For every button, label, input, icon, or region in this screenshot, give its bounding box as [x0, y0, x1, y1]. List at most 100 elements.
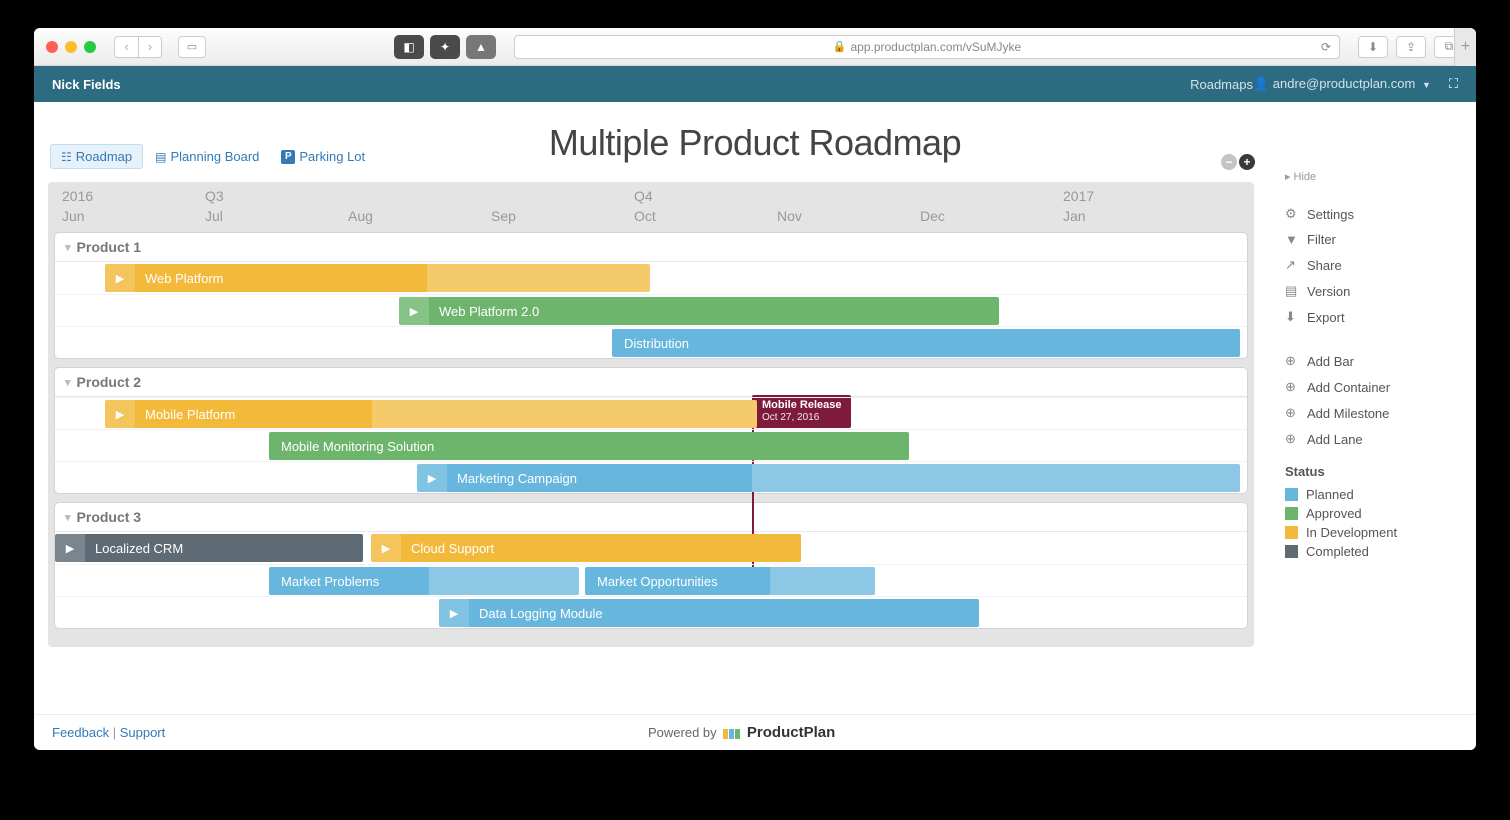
chevron-right-icon: ▶ — [371, 534, 401, 562]
footer-feedback[interactable]: Feedback — [52, 725, 109, 740]
menu-export[interactable]: ⬇Export — [1285, 304, 1462, 330]
chevron-right-icon: ▶ — [399, 297, 429, 325]
powered-by: Powered by ProductPlan — [165, 724, 1318, 741]
timeline-month: Jul — [205, 208, 223, 224]
sidebar-toggle[interactable]: ▭ — [178, 36, 206, 58]
bar-label: Mobile Platform — [143, 407, 235, 422]
account-name: Nick Fields — [52, 77, 121, 92]
lane: ▾Product 3▶Localized CRM▶Cloud SupportMa… — [54, 502, 1248, 629]
bar-label: Data Logging Module — [477, 606, 603, 621]
timeline-year: Q4 — [634, 188, 653, 204]
add-bar[interactable]: ⊕Add Bar — [1285, 348, 1462, 374]
timeline-bar[interactable]: ▶ Localized CRM — [55, 534, 363, 562]
forward-button[interactable]: › — [138, 36, 162, 58]
user-email: andre@productplan.com — [1273, 76, 1416, 91]
bar-label: Distribution — [622, 336, 689, 351]
lane-header[interactable]: ▾Product 3 — [55, 503, 1247, 532]
user-menu[interactable]: 👤 andre@productplan.com ▼ — [1253, 76, 1431, 92]
lane-name: Product 3 — [77, 509, 142, 525]
legend-approved: Approved — [1285, 504, 1462, 523]
zoom-out-button[interactable]: − — [1221, 154, 1237, 170]
lane-header[interactable]: ▾Product 2 — [55, 368, 1247, 397]
add-milestone[interactable]: ⊕Add Milestone — [1285, 400, 1462, 426]
timeline-bar[interactable]: Distribution — [612, 329, 1240, 357]
footer-support[interactable]: Support — [120, 725, 166, 740]
wand-icon[interactable]: ✦ — [430, 35, 460, 59]
timeline-row: ▶ Data Logging Module — [55, 596, 1247, 628]
tab-planning-board[interactable]: ▤ Planning Board — [145, 144, 269, 169]
timeline-month: Aug — [348, 208, 373, 224]
menu-filter[interactable]: ▼Filter — [1285, 227, 1462, 252]
timeline-bar[interactable]: Mobile Monitoring Solution — [269, 432, 909, 460]
bar-label: Localized CRM — [93, 541, 183, 556]
address-bar[interactable]: 🔒 app.productplan.com/vSuMJyke ⟳ — [514, 35, 1340, 59]
add-lane[interactable]: ⊕Add Lane — [1285, 426, 1462, 452]
add-container[interactable]: ⊕Add Container — [1285, 374, 1462, 400]
legend-in-development: In Development — [1285, 523, 1462, 542]
timeline: 2016Q3Q42017JunJulAugSepOctNovDecJan ▾Pr… — [48, 182, 1254, 647]
timeline-header: 2016Q3Q42017JunJulAugSepOctNovDecJan — [48, 182, 1254, 232]
timeline-row: ▶Web Platform — [55, 262, 1247, 294]
timeline-bar[interactable]: ▶Marketing Campaign — [417, 464, 1240, 492]
timeline-month: Nov — [777, 208, 802, 224]
status-heading: Status — [1285, 464, 1462, 479]
roadmap-icon: ☷ — [61, 150, 72, 164]
bar-label: Market Opportunities — [595, 574, 718, 589]
parking-icon: P — [281, 150, 295, 164]
caret-right-icon: ▸ — [1285, 170, 1291, 183]
tab-parking-lot[interactable]: P Parking Lot — [271, 144, 375, 169]
downloads-button[interactable]: ⬇ — [1358, 36, 1388, 58]
window-minimize-icon[interactable] — [65, 41, 77, 53]
url-text: app.productplan.com/vSuMJyke — [850, 40, 1021, 54]
user-icon: 👤 — [1253, 76, 1269, 91]
lane-name: Product 2 — [77, 374, 142, 390]
lane-header[interactable]: ▾Product 1 — [55, 233, 1247, 262]
timeline-month: Oct — [634, 208, 656, 224]
timeline-bar[interactable]: ▶Cloud Support — [371, 534, 801, 562]
window-zoom-icon[interactable] — [84, 41, 96, 53]
nav-roadmaps[interactable]: Roadmaps — [1190, 77, 1253, 92]
bar-label: Mobile Monitoring Solution — [279, 439, 434, 454]
reload-icon[interactable]: ⟳ — [1321, 40, 1331, 54]
timeline-month: Dec — [920, 208, 945, 224]
download-icon: ⬇ — [1285, 309, 1299, 325]
filter-icon: ▼ — [1285, 232, 1299, 247]
bar-label: Web Platform 2.0 — [437, 304, 539, 319]
hide-sidebar[interactable]: ▸Hide — [1285, 170, 1462, 183]
plus-circle-icon: ⊕ — [1285, 405, 1299, 421]
zoom-in-button[interactable]: + — [1239, 154, 1255, 170]
menu-version[interactable]: ▤Version — [1285, 278, 1462, 304]
lock-icon: 🔒 — [833, 40, 847, 53]
timeline-bar[interactable]: ▶Mobile Platform — [105, 400, 757, 428]
timeline-year: 2016 — [62, 188, 93, 204]
window-close-icon[interactable] — [46, 41, 58, 53]
footer: Feedback | Support Powered by ProductPla… — [34, 714, 1476, 750]
lane: ▾Product 2Mobile ReleaseOct 27, 2016▶Mob… — [54, 367, 1248, 494]
share-button[interactable]: ⇪ — [1396, 36, 1426, 58]
new-tab-button[interactable]: + — [1454, 28, 1476, 66]
lane-name: Product 1 — [77, 239, 142, 255]
version-icon: ▤ — [1285, 283, 1299, 299]
tab-roadmap[interactable]: ☷ Roadmap — [50, 144, 143, 169]
legend-planned: Planned — [1285, 485, 1462, 504]
extension-icon[interactable]: ◧ — [394, 35, 424, 59]
menu-settings[interactable]: ⚙Settings — [1285, 201, 1462, 227]
chevron-right-icon: ▶ — [417, 464, 447, 492]
timeline-bar[interactable]: ▶ Data Logging Module — [439, 599, 979, 627]
board-icon: ▤ — [155, 150, 166, 164]
timeline-bar[interactable]: ▶Web Platform — [105, 264, 650, 292]
chevron-right-icon: ▶ — [105, 264, 135, 292]
gear-icon: ⚙ — [1285, 206, 1299, 222]
back-button[interactable]: ‹ — [114, 36, 138, 58]
warning-icon[interactable]: ▲ — [466, 35, 496, 59]
fullscreen-icon[interactable]: ⛶ — [1449, 76, 1458, 92]
plus-circle-icon: ⊕ — [1285, 379, 1299, 395]
menu-share[interactable]: ↗Share — [1285, 252, 1462, 278]
timeline-month: Sep — [491, 208, 516, 224]
timeline-bar[interactable]: Market Problems — [269, 567, 579, 595]
browser-chrome: ‹ › ▭ ◧ ✦ ▲ 🔒 app.productplan.com/vSuMJy… — [34, 28, 1476, 66]
chevron-right-icon: ▶ — [439, 599, 469, 627]
timeline-bar[interactable]: Market Opportunities — [585, 567, 875, 595]
chevron-right-icon: ▶ — [55, 534, 85, 562]
timeline-bar[interactable]: ▶ Web Platform 2.0 — [399, 297, 999, 325]
